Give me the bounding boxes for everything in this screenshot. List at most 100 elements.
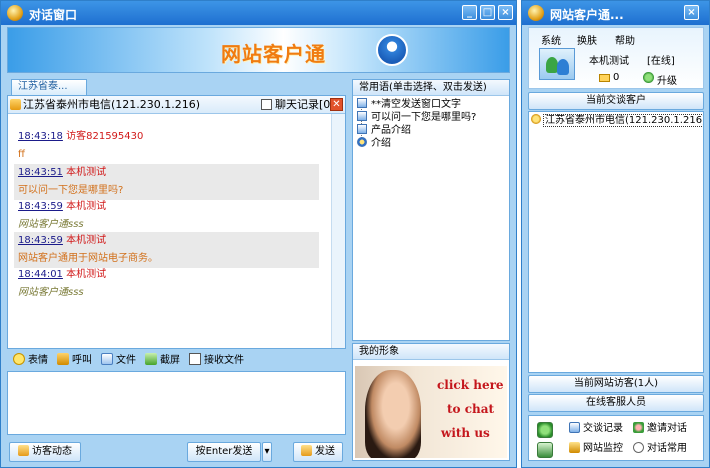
user-avatar-icon[interactable] <box>376 34 408 66</box>
user-panel: 系统 换肤 帮助 本机测试 [在线] 0 升级 <box>528 27 704 89</box>
send-button[interactable]: 发送 <box>293 442 343 462</box>
visitor-icon <box>10 99 21 110</box>
phrase-item[interactable]: 可以问一下您是哪里吗? <box>357 111 476 124</box>
log-icon <box>569 422 580 433</box>
phrases-panel: 常用语(单击选择、双击发送) **清空发送窗口文字 可以问一下您是哪里吗? 产品… <box>352 79 510 341</box>
message-input[interactable] <box>7 371 346 435</box>
close-window-button[interactable]: × <box>498 5 513 20</box>
client-window-titlebar[interactable]: 网站客户通... × <box>522 1 709 25</box>
screenshot-icon <box>145 353 157 365</box>
file-label: 文件 <box>116 355 136 366</box>
phrase-item[interactable]: 介绍 <box>357 137 391 150</box>
site-monitor-link[interactable]: 网站监控 <box>569 442 623 456</box>
contacts-icon[interactable] <box>537 422 553 438</box>
message-text: ff <box>18 149 25 160</box>
close-chat-icon[interactable]: ✕ <box>330 98 343 111</box>
message-time[interactable]: 18:43:59 <box>18 235 63 246</box>
visitor-entry: 江苏省泰州市电信(121.230.1.216) <box>543 114 703 127</box>
user-avatar[interactable] <box>539 48 575 80</box>
chat-log-icon[interactable] <box>261 99 272 110</box>
visitor-activity-button[interactable]: 访客动态 <box>9 442 81 462</box>
chat-scrollbar[interactable] <box>331 114 345 348</box>
smiley-icon <box>13 353 25 365</box>
invite-link-label: 邀请对话 <box>647 423 687 434</box>
menu-system[interactable]: 系统 <box>541 32 561 47</box>
current-visitors-bar[interactable]: 当前交谈客户 <box>528 92 704 110</box>
screenshot-button[interactable]: 截屏 <box>145 353 180 367</box>
chat-log-link[interactable]: 交谈记录 <box>569 422 623 436</box>
client-window-title: 网站客户通... <box>550 8 624 22</box>
message-text: 网站客户通sss <box>18 219 84 230</box>
maximize-button[interactable]: □ <box>480 5 495 20</box>
upgrade-icon[interactable] <box>643 72 654 83</box>
message-sender: 本机测试 <box>66 269 107 280</box>
message-time[interactable]: 18:43:18 <box>18 131 63 142</box>
phrase-text: 介绍 <box>371 138 391 149</box>
receive-file-checkbox[interactable]: 接收文件 <box>189 353 244 367</box>
visitor-location: 江苏省泰州市电信(121.230.1.216) <box>23 98 201 111</box>
emoji-button[interactable]: 表情 <box>13 353 48 367</box>
site-visitors-bar[interactable]: 当前网站访客(1人) <box>528 375 704 393</box>
chat-message: 18:43:18 访客821595430 ff <box>14 128 319 164</box>
visitor-list: 江苏省泰州市电信(121.230.1.216) <box>528 111 704 373</box>
minimize-button[interactable]: _ <box>462 5 477 20</box>
status-label[interactable]: [在线] <box>647 52 675 67</box>
tab-visitor[interactable]: 江苏省泰... <box>11 79 87 95</box>
mail-count: 0 <box>613 72 620 83</box>
message-text: 网站客户通用于网站电子商务。 <box>18 253 158 264</box>
send-mode-dropdown[interactable]: ▾ <box>262 442 272 462</box>
screenshot-label: 截屏 <box>160 355 180 366</box>
file-icon <box>101 353 113 365</box>
phone-icon[interactable] <box>537 442 553 458</box>
ad-text: with us <box>441 426 490 440</box>
phrase-item[interactable]: 产品介绍 <box>357 124 411 137</box>
message-time[interactable]: 18:43:51 <box>18 167 63 178</box>
ad-text: to chat <box>447 402 495 416</box>
chat-ad-image[interactable]: click here to chat with us <box>355 366 507 458</box>
visitor-activity-label: 访客动态 <box>32 446 72 457</box>
visitor-list-item[interactable]: 江苏省泰州市电信(121.230.1.216) <box>531 114 703 128</box>
user-icon <box>557 59 569 75</box>
menu-help[interactable]: 帮助 <box>615 32 635 47</box>
file-button[interactable]: 文件 <box>101 353 136 367</box>
phrase-text: 可以问一下您是哪里吗? <box>371 112 477 123</box>
client-window: 网站客户通... × 系统 换肤 帮助 本机测试 [在线] 0 升级 当前交谈客… <box>521 0 710 468</box>
close-window-button[interactable]: × <box>684 5 699 20</box>
ad-text: click here <box>437 378 504 392</box>
message-time[interactable]: 18:43:59 <box>18 201 63 212</box>
phrase-icon <box>357 111 367 121</box>
chat-message: 18:43:59 本机测试 网站客户通sss <box>14 198 319 234</box>
chat-window-titlebar[interactable]: 对话窗口 _ □ × <box>1 1 516 25</box>
banner-title: 网站客户通 <box>221 42 326 66</box>
call-button[interactable]: 呼叫 <box>57 353 92 367</box>
phrases-link-label: 对话常用 <box>647 443 687 454</box>
checkbox-icon[interactable] <box>189 353 201 365</box>
message-text: 可以问一下您是哪里吗? <box>18 185 124 196</box>
upgrade-link[interactable]: 升级 <box>657 72 677 87</box>
chat-log-link-label: 交谈记录 <box>583 423 623 434</box>
message-text: 网站客户通sss <box>18 287 84 298</box>
phrases-header: 常用语(单击选择、双击发送) <box>353 80 509 96</box>
message-time[interactable]: 18:44:01 <box>18 269 63 280</box>
phrases-link[interactable]: 对话常用 <box>633 442 687 456</box>
chat-message: 18:43:59 本机测试 网站客户通用于网站电子商务。 <box>14 232 319 268</box>
monitor-link-label: 网站监控 <box>583 443 623 454</box>
dropdown-arrow-icon: ▾ <box>264 446 270 457</box>
invite-chat-link[interactable]: 邀请对话 <box>633 422 687 436</box>
online-staff-bar[interactable]: 在线客服人员 <box>528 394 704 412</box>
message-sender: 访客821595430 <box>66 131 144 142</box>
quick-links-panel: 交谈记录 邀请对话 网站监控 对话常用 <box>528 415 704 461</box>
monitor-icon <box>569 442 580 453</box>
receive-file-label: 接收文件 <box>204 355 244 366</box>
emoji-label: 表情 <box>28 355 48 366</box>
mail-icon[interactable] <box>599 74 610 82</box>
phrase-icon <box>357 124 367 134</box>
chat-log-button[interactable]: 聊天记录[0] <box>275 96 335 113</box>
chat-panel: 江苏省泰州市电信(121.230.1.216) 聊天记录[0] ✕ 18:43:… <box>7 95 346 349</box>
phrases-icon <box>633 442 644 453</box>
send-mode-button[interactable]: 按Enter发送 <box>187 442 261 462</box>
menu-skin[interactable]: 换肤 <box>577 32 597 47</box>
phrase-text: 产品介绍 <box>371 125 411 136</box>
phrase-item[interactable]: **清空发送窗口文字 <box>357 98 461 111</box>
chat-window-title: 对话窗口 <box>29 8 78 22</box>
